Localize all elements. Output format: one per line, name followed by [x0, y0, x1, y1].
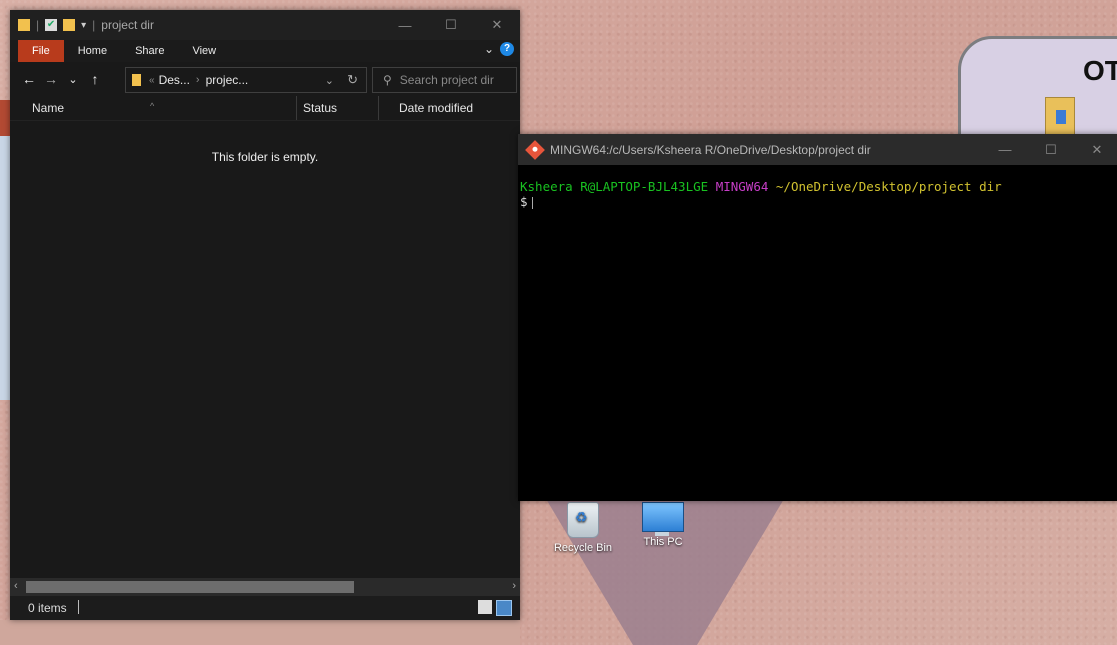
column-date-modified[interactable]: Date modified: [399, 101, 473, 115]
prompt-symbol: $: [520, 194, 528, 209]
git-logo-icon: [525, 139, 545, 160]
maximize-button[interactable]: ☐: [1028, 134, 1074, 165]
ribbon-tabs: File Home Share View ⌄ ?: [10, 40, 520, 62]
column-headers: ^ Name Status Date modified: [10, 96, 520, 121]
tab-home[interactable]: Home: [64, 40, 121, 62]
scroll-right-icon[interactable]: ›: [512, 580, 516, 592]
breadcrumb-desktop[interactable]: Des...: [159, 73, 190, 87]
breadcrumb-separator[interactable]: ›: [196, 74, 200, 86]
desktop-strip: [0, 620, 520, 645]
explorer-titlebar[interactable]: | ✔ ▾ | project dir — ☐ ✕: [10, 10, 520, 40]
recycle-bin-icon: [567, 502, 599, 538]
back-button[interactable]: ←: [18, 71, 40, 87]
search-icon: ⚲: [383, 73, 392, 87]
desktop-icon-label: Recycle Bin: [553, 542, 613, 554]
desktop-icon-recycle-bin[interactable]: Recycle Bin: [548, 502, 618, 554]
tab-file[interactable]: File: [18, 40, 64, 62]
breadcrumb-project[interactable]: projec...: [206, 73, 249, 87]
details-view-icon[interactable]: [478, 600, 492, 614]
folder-icon: [132, 74, 141, 86]
terminal-output[interactable]: Ksheera R@LAPTOP-BJL43LGE MINGW64 ~/OneD…: [518, 165, 1117, 209]
minimize-button[interactable]: —: [982, 134, 1028, 165]
minimize-button[interactable]: —: [382, 10, 428, 40]
prompt-path: ~/OneDrive/Desktop/project dir: [775, 179, 1002, 194]
address-dropdown-icon[interactable]: ⌄: [325, 74, 334, 87]
recent-locations-button[interactable]: ⌄: [62, 73, 84, 86]
terminal-titlebar[interactable]: MINGW64:/c/Users/Ksheera R/OneDrive/Desk…: [518, 134, 1117, 165]
scroll-left-icon[interactable]: ‹: [14, 580, 18, 592]
terminal-window[interactable]: MINGW64:/c/Users/Ksheera R/OneDrive/Desk…: [518, 134, 1117, 501]
maximize-button[interactable]: ☐: [428, 10, 474, 40]
status-bar: 0 items: [10, 596, 520, 620]
close-button[interactable]: ✕: [1074, 134, 1117, 165]
item-count: 0 items: [28, 601, 67, 615]
horizontal-scrollbar[interactable]: ‹ ›: [10, 578, 520, 596]
background-window-text: OT: [1083, 55, 1117, 86]
sort-caret-icon: ^: [150, 101, 155, 111]
search-input[interactable]: Search project dir: [400, 73, 494, 87]
expand-ribbon-icon[interactable]: ⌄: [484, 42, 494, 56]
large-icons-view-icon[interactable]: [496, 600, 512, 616]
column-divider[interactable]: [296, 96, 297, 120]
text-cursor[interactable]: [531, 196, 533, 209]
properties-icon[interactable]: ✔: [45, 19, 58, 31]
file-explorer-window[interactable]: | ✔ ▾ | project dir — ☐ ✕ File Home Shar…: [10, 10, 520, 620]
folder-icon: [1045, 97, 1075, 137]
tab-view[interactable]: View: [178, 40, 230, 62]
refresh-icon[interactable]: ↻: [347, 72, 358, 88]
address-bar[interactable]: « Des... › projec... ⌄ ↻: [125, 67, 367, 93]
prompt-line: Ksheera R@LAPTOP-BJL43LGE MINGW64 ~/OneD…: [520, 179, 1117, 194]
computer-icon: [642, 502, 684, 536]
forward-button[interactable]: →: [40, 71, 62, 87]
navigation-bar: ← → ⌄ ↑ « Des... › projec... ⌄ ↻ ⚲ Searc…: [10, 62, 520, 96]
scrollbar-thumb[interactable]: [26, 581, 354, 593]
input-line: $: [520, 194, 1117, 209]
status-divider: [78, 600, 79, 614]
customize-toolbar-icon[interactable]: ▾: [81, 20, 86, 31]
new-folder-icon[interactable]: [63, 19, 76, 31]
desktop-icon-label: This PC: [643, 536, 683, 548]
tab-share[interactable]: Share: [121, 40, 178, 62]
terminal-title: MINGW64:/c/Users/Ksheera R/OneDrive/Desk…: [550, 142, 871, 157]
desktop-icon-this-pc[interactable]: This PC: [628, 498, 698, 548]
column-status[interactable]: Status: [303, 101, 337, 115]
window-title: project dir: [101, 18, 154, 32]
search-box[interactable]: ⚲ Search project dir: [372, 67, 517, 93]
close-button[interactable]: ✕: [474, 10, 520, 40]
empty-folder-message: This folder is empty.: [211, 150, 319, 164]
overflow-crumbs[interactable]: «: [149, 75, 155, 86]
column-divider[interactable]: [378, 96, 379, 120]
prompt-system: MINGW64: [715, 179, 769, 194]
help-icon[interactable]: ?: [500, 42, 514, 56]
column-name[interactable]: Name: [32, 101, 64, 115]
prompt-user-host: Ksheera R@LAPTOP-BJL43LGE: [520, 179, 709, 194]
up-button[interactable]: ↑: [84, 71, 106, 87]
folder-icon: [18, 19, 30, 31]
